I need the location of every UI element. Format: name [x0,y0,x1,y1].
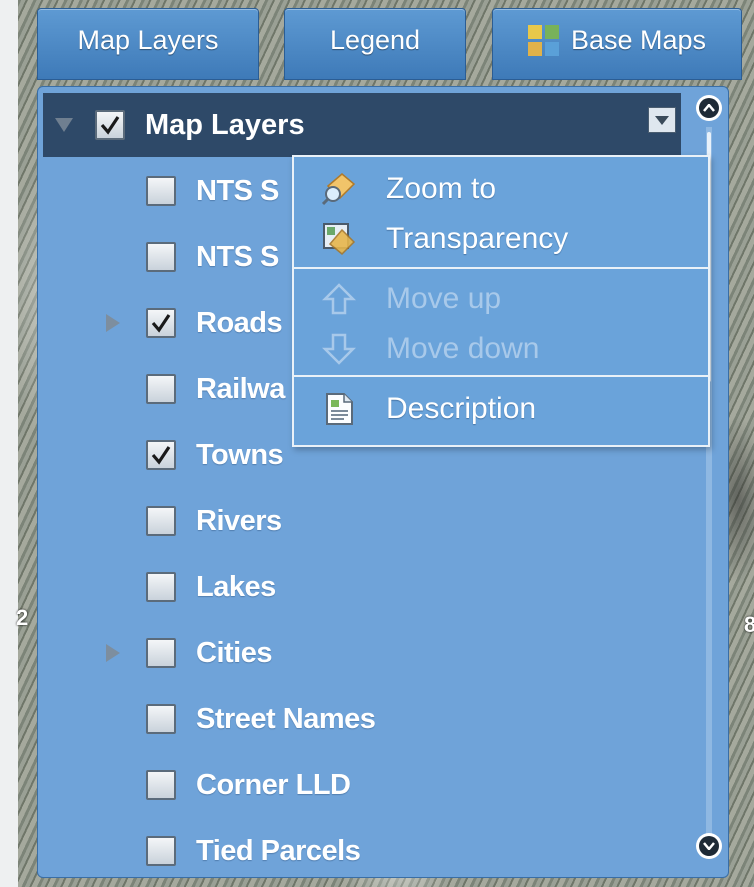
checkmark-icon [151,446,171,465]
layer-row[interactable]: Lakes [38,562,678,612]
layer-label: Roads [196,306,283,339]
layer-label: Tied Parcels [196,834,361,867]
arrow-up-icon [322,283,356,315]
layer-checkbox[interactable] [146,572,176,602]
layer-checkbox[interactable] [146,836,176,866]
menu-item-transparency-label: Transparency [386,222,569,255]
layer-label: NTS S [196,174,279,207]
layer-label: Street Names [196,702,376,735]
layer-row[interactable]: Rivers [38,496,678,546]
menu-item-zoom-to-label: Zoom to [386,172,497,205]
map-label-left: 2 [16,605,29,630]
tab-legend-label: Legend [329,24,421,55]
layer-checkbox[interactable] [146,506,176,536]
map-layers-checkbox[interactable] [95,110,125,140]
checkmark-icon [100,116,120,135]
menu-item-move-down-label: Move down [386,332,540,365]
arrow-down-icon [322,333,356,365]
layer-label: Lakes [196,570,276,603]
zoom-to-icon [322,173,356,206]
expand-arrow-icon[interactable] [106,644,120,662]
scroll-down-button[interactable] [696,833,722,859]
panel-title: Map Layers [145,108,305,141]
layer-label: Rivers [196,504,282,537]
layer-checkbox[interactable] [146,704,176,734]
menu-item-description-label: Description [386,392,537,425]
document-icon [326,393,353,425]
layer-label: Corner LLD [196,768,351,801]
menu-separator [294,267,708,269]
layer-checkbox[interactable] [146,638,176,668]
menu-item-description[interactable]: Description [294,385,708,433]
layer-row[interactable]: Corner LLD [38,760,678,810]
menu-item-zoom-to[interactable]: Zoom to [294,165,708,213]
layer-row[interactable]: Tied Parcels [38,826,678,876]
map-label-right: 8 [744,612,754,637]
chevron-up-icon [699,98,719,118]
layer-checkbox[interactable] [146,176,176,206]
base-maps-icon [527,24,559,56]
layer-label: Towns [196,438,284,471]
dropdown-icon [655,115,669,125]
header-menu-button[interactable] [648,107,676,133]
layer-label: Railwa [196,372,285,405]
layer-checkbox[interactable] [146,242,176,272]
layer-label: NTS S [196,240,279,273]
menu-separator [294,375,708,377]
layer-row[interactable]: Street Names [38,694,678,744]
tab-base-maps-label: Base Maps [570,24,707,55]
menu-item-move-down[interactable]: Move down [294,325,708,373]
scroll-up-button[interactable] [696,95,722,121]
layer-checkbox[interactable] [146,440,176,470]
chevron-down-icon [699,836,719,856]
checkmark-icon [151,314,171,333]
collapse-arrow-icon[interactable] [55,118,73,132]
transparency-icon [323,223,356,256]
panel-header: Map Layers [43,93,681,157]
layer-context-menu: Zoom to Transparency Move up Move down D… [292,155,710,447]
tab-legend[interactable]: Legend [284,8,466,80]
expand-arrow-icon[interactable] [106,314,120,332]
layer-label: Cities [196,636,272,669]
layer-row[interactable]: Cities [38,628,678,678]
tab-map-layers[interactable]: Map Layers [37,8,259,80]
tab-base-maps[interactable]: Base Maps [492,8,742,80]
menu-item-move-up-label: Move up [386,282,502,315]
menu-item-transparency[interactable]: Transparency [294,215,708,263]
menu-item-move-up[interactable]: Move up [294,275,708,323]
layer-checkbox[interactable] [146,374,176,404]
tab-map-layers-label: Map Layers [77,24,219,55]
layer-checkbox[interactable] [146,770,176,800]
layer-checkbox[interactable] [146,308,176,338]
